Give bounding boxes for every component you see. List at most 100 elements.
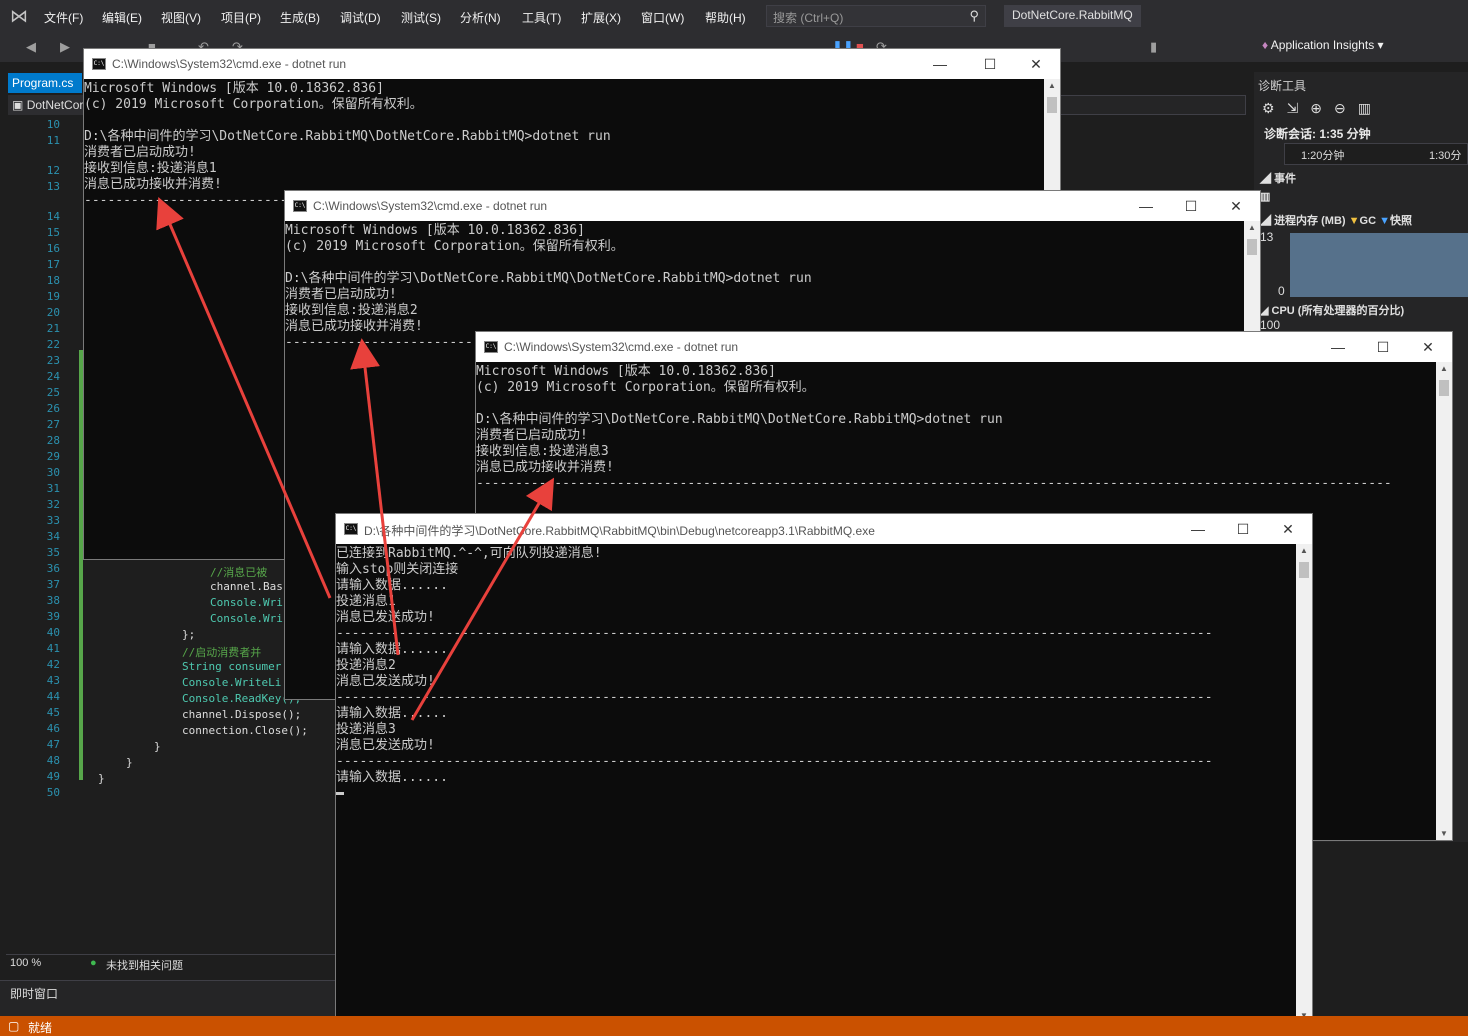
console-line: ----------------------------------------… [336,754,1213,769]
memory-section[interactable]: ◢ 进程内存 (MB) ▼GC ▼快照 [1260,212,1412,228]
member-dropdown[interactable] [1060,95,1246,115]
visual-studio-logo-icon[interactable]: ⋈ [10,6,32,26]
line-number: 15 [46,226,60,239]
minimize-button[interactable]: — [920,53,960,75]
console-title: C:\Windows\System32\cmd.exe - dotnet run [112,57,347,71]
minimize-button[interactable]: — [1318,336,1358,358]
menu-help[interactable]: 帮助(H) [705,9,746,26]
console-titlebar[interactable]: C:\ C:\Windows\System32\cmd.exe - dotnet… [84,49,1060,79]
code-line: channel.Bas [210,580,283,593]
line-number: 34 [46,530,60,543]
console-titlebar[interactable]: C:\ C:\Windows\System32\cmd.exe - dotnet… [285,191,1260,221]
console-line: 请输入数据...... [336,578,448,593]
producer-console[interactable]: C:\ D:\各种中间件的学习\DotNetCore.RabbitMQ\Rabb… [335,513,1313,1023]
events-section[interactable]: ◢ 事件 [1260,170,1296,186]
zoom-level[interactable]: 100 % [10,957,41,969]
scroll-up-icon[interactable]: ▲ [1299,546,1309,555]
console-titlebar[interactable]: C:\ D:\各种中间件的学习\DotNetCore.RabbitMQ\Rabb… [336,514,1312,544]
close-button[interactable]: ✕ [1016,53,1056,75]
line-number: 23 [46,354,60,367]
scroll-thumb[interactable] [1047,97,1057,113]
scroll-thumb[interactable] [1439,380,1449,396]
menu-build[interactable]: 生成(B) [280,9,320,26]
code-line: } [126,756,133,769]
code-line: connection.Close(); [182,724,308,737]
close-button[interactable]: ✕ [1216,195,1256,217]
console-line: 请输入数据...... [336,770,448,785]
search-box[interactable]: 搜索 (Ctrl+Q) ⚲ [766,5,986,27]
console-line: 投递消息2 [336,658,396,673]
minimize-button[interactable]: — [1178,518,1218,540]
settings-icon[interactable]: ⚙ [1262,100,1287,116]
maximize-button[interactable]: ☐ [1363,336,1403,358]
scroll-down-icon[interactable]: ▼ [1439,829,1449,838]
events-toggle-icon[interactable]: ▥ [1260,190,1270,203]
export-icon[interactable]: ⇲ [1287,100,1311,116]
menu-test[interactable]: 测试(S) [401,9,441,26]
forward-icon[interactable]: ▶ [60,39,70,55]
line-number: 35 [46,546,60,559]
scroll-thumb[interactable] [1299,562,1309,578]
bookmark-icon[interactable]: ▮ [1150,39,1157,55]
menu-window[interactable]: 窗口(W) [641,9,684,26]
timeline-ruler[interactable]: 1:20分钟 1:30分 [1284,143,1468,165]
gc-marker-icon: ▼ [1348,215,1360,227]
menu-view[interactable]: 视图(V) [161,9,201,26]
menu-edit[interactable]: 编辑(E) [102,9,142,26]
maximize-button[interactable]: ☐ [1171,195,1211,217]
console-line: 投递消息3 [336,722,396,737]
zoom-in-icon[interactable]: ⊕ [1310,100,1334,116]
scroll-thumb[interactable] [1247,239,1257,255]
tab-program-cs[interactable]: Program.cs [8,73,82,93]
back-icon[interactable]: ◀ [26,39,36,55]
scrollbar[interactable]: ▲▼ [1436,362,1452,840]
scrollbar[interactable]: ▲▼ [1296,544,1312,1022]
code-line: Console.Wri [210,596,283,609]
line-number: 21 [46,322,60,335]
console-line: 投递消息1 [336,594,396,609]
console-line [336,786,1294,802]
cmd-icon: C:\ [92,58,106,70]
project-navigation-dropdown[interactable]: ▣ DotNetCore [8,95,84,115]
menu-file[interactable]: 文件(F) [44,9,83,26]
scroll-up-icon[interactable]: ▲ [1439,364,1449,373]
scroll-up-icon[interactable]: ▲ [1047,81,1057,90]
console-line: 消费者已启动成功! [285,287,397,302]
console-line: ----------------------------------------… [336,626,1213,641]
menu-project[interactable]: 项目(P) [221,9,261,26]
console-output[interactable]: 已连接到RabbitMQ.^-^,可向队列投递消息! 输入stop则关闭连接 请输入… [336,544,1294,1022]
memory-usage-chart[interactable] [1290,233,1468,297]
line-number: 44 [46,690,60,703]
line-number: 17 [46,258,60,271]
console-line: 消费者已启动成功! [84,145,196,160]
close-button[interactable]: ✕ [1408,336,1448,358]
line-number: 11 [46,134,60,147]
ruler-label-2: 1:30分 [1429,150,1462,162]
console-line: 消息已发送成功! [336,674,435,689]
line-number: 31 [46,482,60,495]
zoom-out-icon[interactable]: ⊖ [1334,100,1358,116]
immediate-window-tab[interactable]: 即时窗口 [0,980,340,1016]
application-insights-label: Application Insights ▾ [1270,38,1384,52]
menu-tools[interactable]: 工具(T) [522,9,561,26]
line-number: 14 [46,210,60,223]
reset-view-icon[interactable]: ▥ [1358,100,1383,116]
maximize-button[interactable]: ☐ [970,53,1010,75]
issues-status[interactable]: 未找到相关问题 [106,957,183,973]
cpu-section[interactable]: ◢ CPU (所有处理器的百分比) [1260,302,1404,318]
console-titlebar[interactable]: C:\ C:\Windows\System32\cmd.exe - dotnet… [476,332,1452,362]
close-button[interactable]: ✕ [1268,518,1308,540]
line-number: 25 [46,386,60,399]
menu-analyze[interactable]: 分析(N) [460,9,501,26]
line-number: 13 [46,180,60,193]
minimize-button[interactable]: — [1126,195,1166,217]
application-insights-button[interactable]: ♦ Application Insights ▾ [1262,38,1384,52]
maximize-button[interactable]: ☐ [1223,518,1263,540]
memory-axis-min: 0 [1278,284,1285,298]
line-number: 43 [46,674,60,687]
menu-debug[interactable]: 调试(D) [340,9,381,26]
menu-extensions[interactable]: 扩展(X) [581,9,621,26]
diagnostic-tools-title: 诊断工具 [1258,79,1307,93]
scroll-up-icon[interactable]: ▲ [1247,223,1257,232]
